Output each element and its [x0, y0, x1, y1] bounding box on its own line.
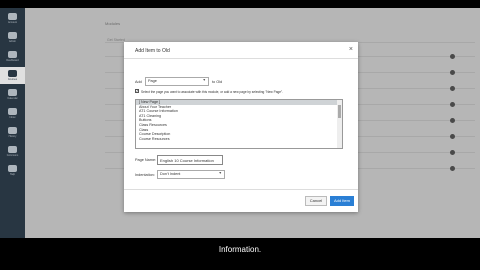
page-listbox[interactable]: [ New Page ] About Your Teacher AT1 Course…	[135, 99, 343, 149]
indentation-select[interactable]: Don't Indent ▼	[157, 170, 225, 179]
dialog-header: Add Item to Old ×	[124, 42, 358, 59]
add-item-dialog: Add Item to Old × Add Page ▼ to Old ✓ Se…	[124, 42, 358, 212]
list-item[interactable]: Course Resources	[136, 137, 342, 142]
dialog-footer: Cancel Add Item	[124, 189, 358, 212]
dialog-title: Add Item to Old	[135, 48, 170, 54]
chevron-down-icon: ▼	[202, 78, 206, 82]
indentation-label: Indentation:	[135, 173, 155, 177]
indentation-value: Don't Indent	[160, 172, 181, 176]
page-name-input[interactable]: English 10 Course Information	[157, 155, 223, 165]
video-caption: Information.	[218, 245, 262, 254]
add-item-button[interactable]: Add Item	[330, 196, 354, 206]
checkbox[interactable]: ✓	[135, 89, 139, 93]
item-type-select[interactable]: Page ▼	[145, 77, 209, 86]
close-icon[interactable]: ×	[349, 46, 353, 53]
scroll-thumb[interactable]	[338, 105, 341, 118]
checkbox-text: Select the page you want to associate wi…	[141, 90, 284, 94]
page-name-label: Page Name:	[135, 158, 157, 162]
screen: Account Admin Dashboard Courses Calendar Inbo…	[0, 8, 480, 238]
chevron-down-icon: ▼	[218, 171, 222, 175]
cancel-button[interactable]: Cancel	[305, 196, 327, 206]
item-type-value: Page	[148, 79, 157, 83]
to-module-label: to Old	[212, 80, 223, 84]
list-scrollbar[interactable]	[337, 100, 342, 148]
add-label: Add	[135, 80, 142, 84]
